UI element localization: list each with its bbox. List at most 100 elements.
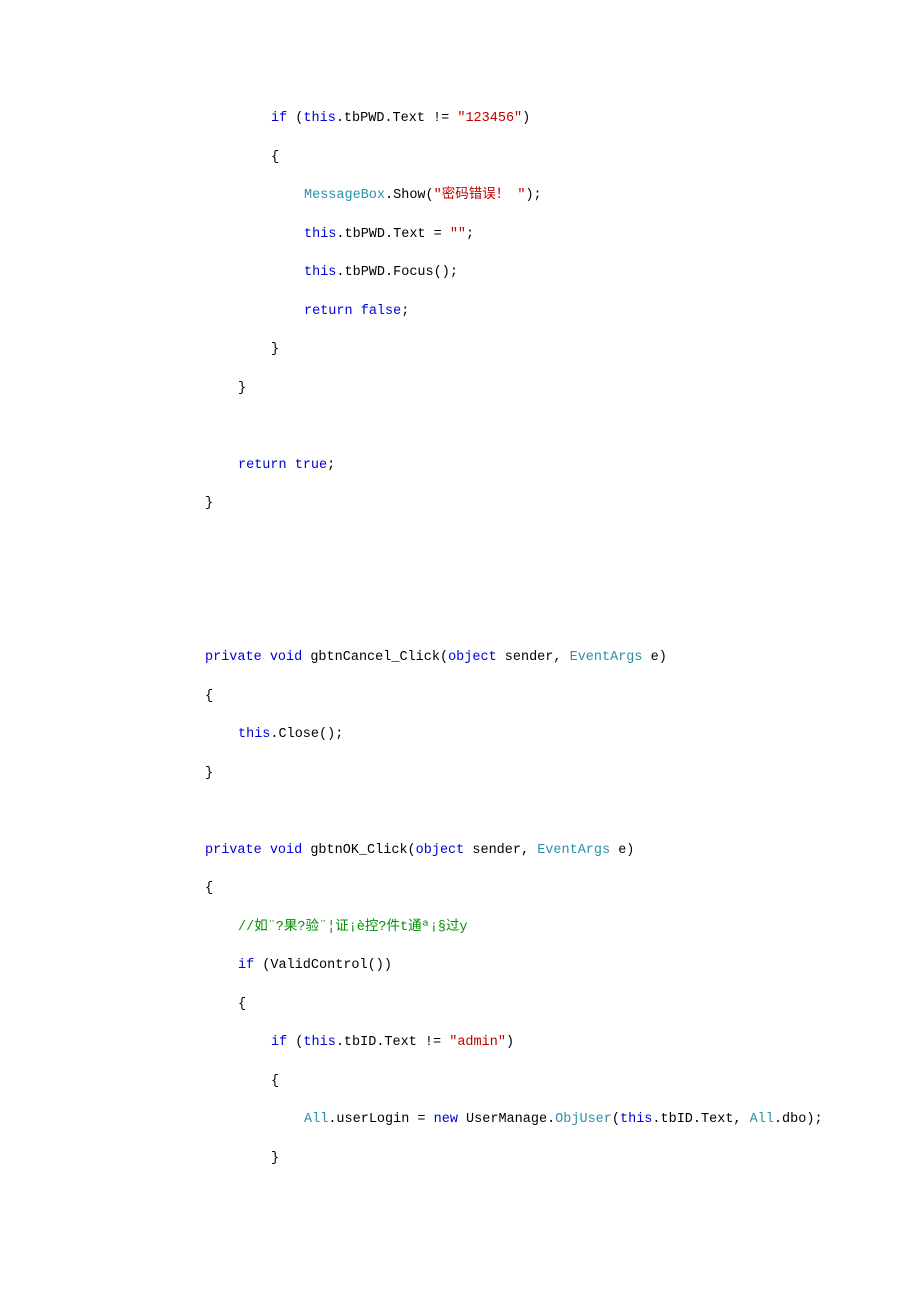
code-token: void [270, 843, 302, 858]
code-token: new [434, 1112, 458, 1127]
code-token: this [304, 227, 336, 242]
code-token: "123456" [457, 111, 522, 126]
code-token: if [271, 1035, 287, 1050]
code-token: .tbID.Text, [652, 1112, 749, 1127]
code-token: { [238, 997, 246, 1012]
code-token: e) [610, 843, 634, 858]
code-line: if (ValidControl()) [0, 947, 920, 986]
code-token: UserManage. [458, 1112, 555, 1127]
code-line: { [0, 986, 920, 1025]
code-line: { [0, 678, 920, 717]
code-token: object [448, 650, 497, 665]
code-line [0, 793, 920, 832]
code-line: this.Close(); [0, 716, 920, 755]
code-line: } [0, 485, 920, 524]
code-token: if [271, 111, 287, 126]
code-token: void [270, 650, 302, 665]
code-token: false [361, 304, 402, 319]
code-token: this [304, 265, 336, 280]
code-token: e) [643, 650, 667, 665]
code-line: this.tbPWD.Focus(); [0, 254, 920, 293]
code-token: (ValidControl()) [254, 958, 392, 973]
code-token: { [271, 150, 279, 165]
code-token [262, 650, 270, 665]
code-line: //如¨?果?验¨¦证¡è控?件t通ª¡§过y [0, 909, 920, 948]
code-line: { [0, 1063, 920, 1102]
code-token: ); [525, 188, 541, 203]
code-token: { [271, 1074, 279, 1089]
code-token: object [416, 843, 465, 858]
code-token: ( [287, 1035, 303, 1050]
code-line: { [0, 870, 920, 909]
code-line: { [0, 139, 920, 178]
code-token: "" [450, 227, 466, 242]
code-line: All.userLogin = new UserManage.ObjUser(t… [0, 1101, 920, 1140]
code-token: } [205, 496, 213, 511]
code-token: } [271, 342, 279, 357]
code-token: ; [466, 227, 474, 242]
code-line: return false; [0, 293, 920, 332]
code-token: EventArgs [537, 843, 610, 858]
code-token: ( [287, 111, 303, 126]
code-line: return true; [0, 447, 920, 486]
code-token: private [205, 843, 262, 858]
code-token: if [238, 958, 254, 973]
code-token: sender, [464, 843, 537, 858]
code-token: .userLogin = [328, 1112, 433, 1127]
code-token: ) [522, 111, 530, 126]
code-line: } [0, 755, 920, 794]
code-token: EventArgs [570, 650, 643, 665]
code-token [353, 304, 361, 319]
code-token: { [205, 689, 213, 704]
code-line: } [0, 370, 920, 409]
code-token: ; [401, 304, 409, 319]
code-document: if (this.tbPWD.Text != "123456"){Message… [0, 0, 920, 1278]
code-token [287, 458, 295, 473]
code-token: .Show( [385, 188, 434, 203]
code-token: this [303, 111, 335, 126]
code-token: true [295, 458, 327, 473]
code-token: ObjUser [555, 1112, 612, 1127]
code-token: "密码错误！ " [434, 188, 526, 203]
code-line [0, 408, 920, 447]
code-token: gbtnCancel_Click( [302, 650, 448, 665]
code-token: ; [327, 458, 335, 473]
code-token: All [304, 1112, 328, 1127]
code-line: private void gbtnOK_Click(object sender,… [0, 832, 920, 871]
code-token: return [238, 458, 287, 473]
code-line: } [0, 331, 920, 370]
code-token: MessageBox [304, 188, 385, 203]
code-token: .tbPWD.Text = [336, 227, 449, 242]
code-line: private void gbtnCancel_Click(object sen… [0, 639, 920, 678]
code-token: ) [506, 1035, 514, 1050]
code-token: return [304, 304, 353, 319]
code-token: .tbPWD.Text != [336, 111, 458, 126]
code-token: sender, [497, 650, 570, 665]
code-token: private [205, 650, 262, 665]
code-token: .tbID.Text != [336, 1035, 449, 1050]
code-token: } [238, 381, 246, 396]
code-line: if (this.tbID.Text != "admin") [0, 1024, 920, 1063]
code-token: ( [612, 1112, 620, 1127]
code-token: "admin" [449, 1035, 506, 1050]
code-token: this [238, 727, 270, 742]
code-token [262, 843, 270, 858]
code-line: if (this.tbPWD.Text != "123456") [0, 100, 920, 139]
code-line: this.tbPWD.Text = ""; [0, 216, 920, 255]
code-token: this [620, 1112, 652, 1127]
code-token: { [205, 881, 213, 896]
code-token: gbtnOK_Click( [302, 843, 415, 858]
code-token: All [750, 1112, 774, 1127]
code-token: .dbo); [774, 1112, 823, 1127]
code-token: } [271, 1151, 279, 1166]
code-token: this [303, 1035, 335, 1050]
code-line [0, 562, 920, 601]
code-line [0, 524, 920, 563]
code-token: .tbPWD.Focus(); [336, 265, 458, 280]
code-token: //如¨?果?验¨¦证¡è控?件t通ª¡§过y [238, 920, 468, 935]
code-line: MessageBox.Show("密码错误！ "); [0, 177, 920, 216]
code-line [0, 601, 920, 640]
code-token: } [205, 766, 213, 781]
code-token: .Close(); [270, 727, 343, 742]
code-line: } [0, 1140, 920, 1179]
